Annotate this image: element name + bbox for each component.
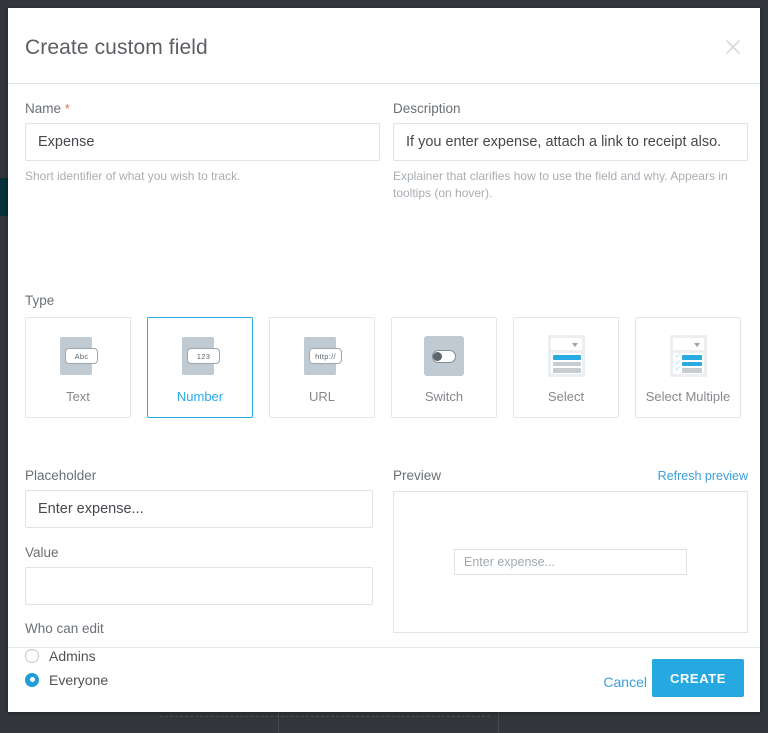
type-card-label-number: Number [176,389,224,404]
number-input-icon: 123 [176,332,224,380]
type-card-select[interactable]: Select [513,317,619,418]
type-card-select-multiple[interactable]: ✓ ✓ ✓ Select Multiple [635,317,741,418]
type-card-url[interactable]: http:// URL [269,317,375,418]
type-card-list: Abc Text 123 Number http:// URL Switch S… [25,317,748,418]
description-field-group: Description Explainer that clarifies how… [393,101,748,202]
preview-group: Preview Refresh preview [393,468,748,633]
dialog-footer: Cancel CREATE [8,647,760,711]
type-card-label-select-multiple: Select Multiple [645,389,731,404]
name-hint: Short identifier of what you wish to tra… [25,169,241,183]
description-hint: Explainer that clarifies how to use the … [393,169,728,200]
type-card-label-switch: Switch [424,389,464,404]
who-can-edit-label: Who can edit [25,621,104,636]
preview-label: Preview [393,468,442,483]
dropdown-select-icon [542,332,590,380]
type-field-group: Type Abc Text 123 Number http:// URL Swi… [25,293,748,418]
text-icon-glyph-label: Abc [65,348,98,364]
chevron-down-icon [572,343,578,347]
check-icon-3: ✓ [675,366,681,373]
background-panel-divider [160,716,490,718]
toggle-switch-icon [420,332,468,380]
background-sidebar-strip [0,178,8,216]
preview-field-input[interactable] [454,549,687,575]
dialog-body: Name * Short identifier of what you wish… [8,84,760,688]
preview-canvas [393,491,748,633]
description-input[interactable] [393,123,748,161]
url-icon-glyph-label: http:// [309,348,342,364]
create-button[interactable]: CREATE [652,659,744,697]
placeholder-label: Placeholder [25,468,97,483]
name-label: Name * [25,101,380,116]
name-input[interactable] [25,123,380,161]
refresh-preview-link[interactable]: Refresh preview [658,469,748,483]
check-icon-2: ✓ [675,359,681,367]
dialog-title: Create custom field [25,36,208,59]
type-card-label-url: URL [308,389,335,404]
required-marker: * [64,101,70,116]
type-card-number[interactable]: 123 Number [147,317,253,418]
type-card-text[interactable]: Abc Text [25,317,131,418]
type-card-switch[interactable]: Switch [391,317,497,418]
number-icon-glyph-label: 123 [187,348,220,364]
create-custom-field-dialog: Create custom field Name * Short identif… [8,8,760,712]
chevron-down-icon-multi [694,343,700,347]
check-icon-1: ✓ [675,353,681,360]
type-card-label-text: Text [66,389,90,404]
type-card-label-select: Select [547,389,585,404]
preview-header: Preview Refresh preview [393,468,748,483]
multi-select-icon: ✓ ✓ ✓ [664,332,712,380]
value-input[interactable] [25,567,373,605]
close-icon[interactable] [722,36,744,58]
cancel-button[interactable]: Cancel [597,670,653,694]
background-vertical-divider-right [498,712,499,733]
description-label: Description [393,101,461,116]
placeholder-input[interactable] [25,490,373,528]
name-label-text: Name [25,101,62,116]
background-vertical-divider-left [278,712,279,733]
name-field-group: Name * Short identifier of what you wish… [25,101,380,185]
dialog-header: Create custom field [8,8,760,84]
url-input-icon: http:// [298,332,346,380]
value-label: Value [25,545,59,560]
type-label: Type [25,293,55,308]
text-input-icon: Abc [54,332,102,380]
